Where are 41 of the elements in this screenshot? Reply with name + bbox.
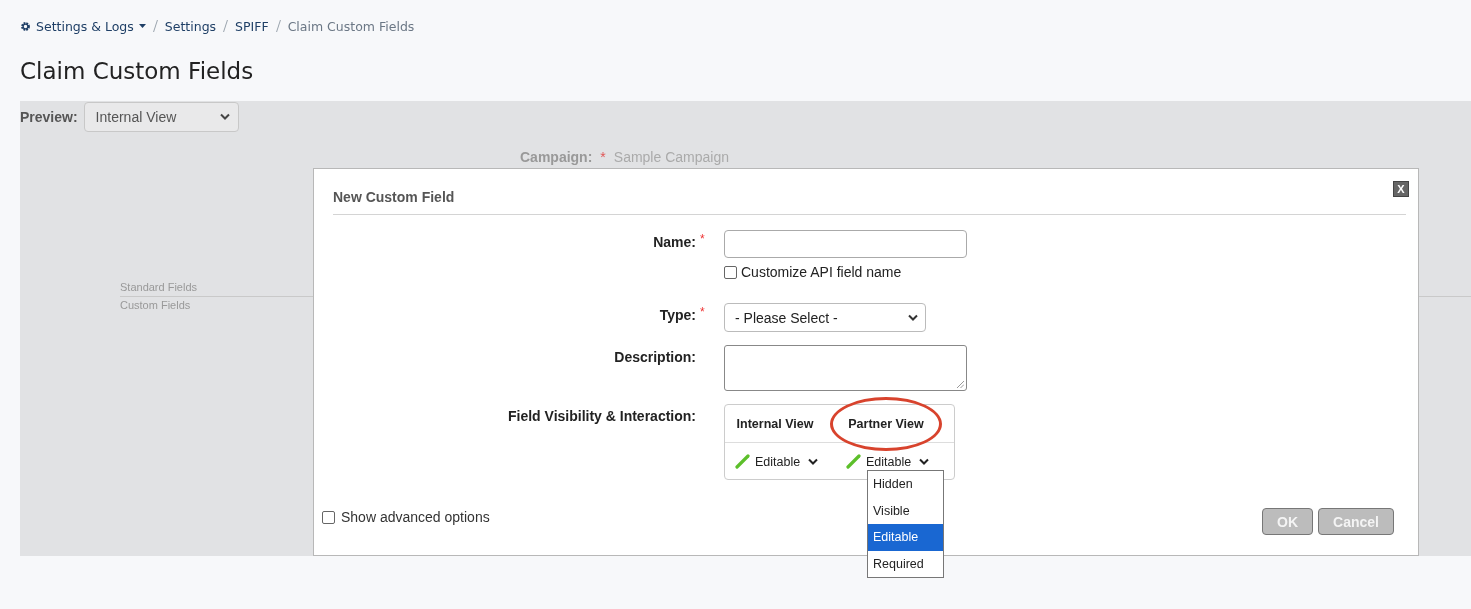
breadcrumb-link[interactable]: Settings — [164, 18, 217, 34]
pencil-icon — [846, 454, 861, 469]
dropdown-option[interactable]: Required — [868, 550, 943, 577]
column-header: Internal View — [735, 415, 815, 433]
settings-menu-link[interactable]: Settings & Logs — [20, 18, 146, 34]
checkbox-label: Show advanced options — [341, 509, 490, 525]
resize-grip-icon[interactable] — [956, 380, 964, 388]
field-label: Type: — [659, 307, 696, 323]
chevron-down-icon — [808, 458, 819, 465]
preview-label: Preview: — [20, 108, 78, 125]
dialog-title: New Custom Field — [333, 189, 455, 205]
chevron-down-icon — [919, 458, 930, 465]
required-mark: * — [700, 232, 705, 246]
column-header: Partner View — [830, 396, 942, 451]
close-button[interactable]: X — [1393, 181, 1409, 197]
pencil-icon — [735, 454, 750, 469]
type-select[interactable]: - Please Select - — [724, 303, 926, 332]
breadcrumb-current: Claim Custom Fields — [287, 18, 415, 34]
description-textarea[interactable] — [724, 345, 967, 391]
field-label: Name: — [653, 234, 696, 250]
preview-select[interactable]: Internal View — [83, 101, 239, 132]
chevron-down-icon — [908, 314, 918, 321]
page-title: Claim Custom Fields — [20, 57, 254, 86]
caret-icon — [138, 24, 146, 28]
checkbox-label: Customize API field name — [741, 264, 902, 280]
field-label: Description: — [614, 349, 696, 365]
section-heading: Standard Fields — [120, 281, 198, 293]
advanced-checkbox[interactable] — [322, 510, 335, 524]
dropdown-option[interactable]: Visible — [868, 497, 943, 524]
section-heading: Custom Fields — [120, 299, 191, 311]
dropdown-option[interactable]: Editable — [868, 524, 943, 551]
checkbox[interactable] — [724, 265, 737, 279]
gear-icon — [20, 20, 31, 32]
campaign-value: Sample Campaign — [613, 149, 729, 166]
field-label: Field Visibility & Interaction: — [508, 408, 696, 424]
breadcrumb-link[interactable]: SPIFF — [235, 18, 269, 34]
campaign-label: Campaign: — [520, 149, 593, 166]
required-mark: * — [600, 149, 606, 166]
name-input[interactable] — [724, 230, 967, 258]
chevron-down-icon — [219, 113, 230, 120]
required-mark: * — [700, 305, 705, 319]
